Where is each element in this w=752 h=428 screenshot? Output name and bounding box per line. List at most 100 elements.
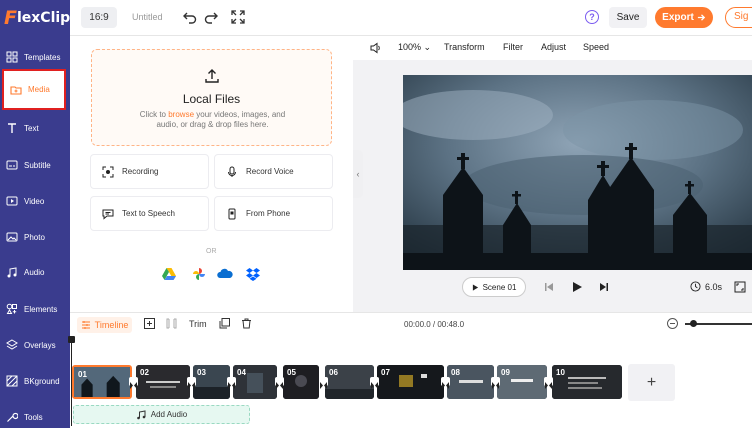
save-button[interactable]: Save xyxy=(609,7,647,28)
browse-link[interactable]: browse xyxy=(168,110,194,119)
zoom-dropdown[interactable]: 100% ⌄ xyxy=(398,42,431,53)
timeline-time: 00:00.0 / 00:48.0 xyxy=(404,320,465,329)
trim-button[interactable]: Trim xyxy=(189,319,207,329)
sidebar-item-audio[interactable]: Audio xyxy=(0,254,68,290)
sidebar-item-media[interactable]: Media xyxy=(2,69,66,110)
google-drive-icon[interactable] xyxy=(161,266,177,282)
redo-icon[interactable] xyxy=(203,9,219,25)
scene-clip[interactable]: 02 xyxy=(136,365,190,399)
transition-icon[interactable] xyxy=(187,377,196,389)
onedrive-icon[interactable] xyxy=(217,266,233,282)
filter-button[interactable]: Filter xyxy=(503,42,523,52)
scene-clip[interactable]: 09 xyxy=(497,365,547,399)
scene-clip[interactable]: 04 xyxy=(233,365,277,399)
duplicate-icon[interactable] xyxy=(219,318,230,329)
video-icon xyxy=(6,196,18,206)
text-to-speech-option[interactable]: Text to Speech xyxy=(90,196,209,231)
google-photos-icon[interactable] xyxy=(191,266,207,282)
tools-icon xyxy=(7,412,18,422)
scene-clip[interactable]: 05 xyxy=(283,365,319,399)
phone-icon xyxy=(228,208,236,219)
upload-icon xyxy=(205,69,219,83)
sidebar-item-tools[interactable]: Tools xyxy=(0,399,68,428)
clock-icon xyxy=(690,281,701,292)
overlays-icon xyxy=(6,339,18,350)
zoom-out-icon[interactable] xyxy=(667,318,678,329)
scene-selector-button[interactable]: Scene 01 xyxy=(462,277,526,297)
local-files-dropzone[interactable]: Local Files Click to browse your videos,… xyxy=(91,49,332,146)
arrow-right-icon xyxy=(697,14,705,21)
transition-icon[interactable] xyxy=(544,377,553,389)
preview-toolbar: 100% ⌄ Transform Filter Adjust Speed xyxy=(353,36,752,60)
record-voice-option[interactable]: Record Voice xyxy=(214,154,333,189)
fit-screen-icon[interactable] xyxy=(734,281,746,293)
export-button[interactable]: Export xyxy=(655,7,713,28)
text-to-speech-icon xyxy=(102,209,114,220)
sidebar-item-subtitle[interactable]: Subtitle xyxy=(0,147,68,183)
or-divider: OR xyxy=(206,248,217,255)
transition-icon[interactable] xyxy=(129,377,138,389)
recording-option[interactable]: Recording xyxy=(90,154,209,189)
speed-button[interactable]: Speed xyxy=(583,42,609,52)
sidebar-item-photo[interactable]: Photo xyxy=(0,219,68,255)
volume-icon[interactable] xyxy=(370,42,382,54)
collapse-panel-button[interactable]: ‹ xyxy=(353,150,363,198)
transition-icon[interactable] xyxy=(441,377,450,389)
scene-clip[interactable]: 07 xyxy=(377,365,444,399)
scene-clip[interactable]: 01 xyxy=(72,365,132,399)
add-scene-button[interactable]: + xyxy=(628,364,675,401)
sidebar-item-background[interactable]: BKground xyxy=(0,363,68,399)
sidebar-item-elements[interactable]: Elements xyxy=(0,291,68,327)
sidebar-item-overlays[interactable]: Overlays xyxy=(0,327,68,363)
sidebar-item-text[interactable]: Text xyxy=(0,110,68,146)
flexclip-editor: FlexClip 16:9 Untitled ? Save Export Sig… xyxy=(0,0,752,428)
sidebar: Templates Media Text Subtitle Video Phot… xyxy=(0,36,70,428)
subtitle-icon xyxy=(6,160,18,170)
background-icon xyxy=(6,375,18,387)
transition-icon[interactable] xyxy=(319,377,328,389)
sidebar-item-video[interactable]: Video xyxy=(0,183,68,219)
transition-icon[interactable] xyxy=(491,377,500,389)
scene-clip[interactable]: 03 xyxy=(193,365,230,399)
adjust-button[interactable]: Adjust xyxy=(541,42,566,52)
next-scene-icon[interactable] xyxy=(598,281,610,293)
media-folder-icon xyxy=(10,85,22,95)
previous-scene-icon[interactable] xyxy=(543,281,555,293)
timeline-playhead[interactable] xyxy=(68,336,75,426)
play-icon[interactable] xyxy=(571,281,583,293)
elements-icon xyxy=(6,303,17,314)
from-phone-option[interactable]: From Phone xyxy=(214,196,333,231)
undo-icon[interactable] xyxy=(182,9,198,25)
fullscreen-icon[interactable] xyxy=(230,9,246,25)
microphone-icon xyxy=(228,166,236,177)
transform-button[interactable]: Transform xyxy=(444,42,485,52)
text-icon xyxy=(8,123,16,133)
local-files-title: Local Files xyxy=(182,92,241,106)
scene-clip[interactable]: 08 xyxy=(447,365,494,399)
scene-clip[interactable]: 06 xyxy=(325,365,374,399)
chevron-down-icon: ⌄ xyxy=(423,42,432,52)
split-icon[interactable] xyxy=(166,318,177,329)
flexclip-logo[interactable]: FlexClip xyxy=(0,0,70,36)
transition-icon[interactable] xyxy=(227,377,236,389)
music-note-icon xyxy=(136,409,146,419)
transition-icon[interactable] xyxy=(370,377,379,389)
dropbox-icon[interactable] xyxy=(245,266,261,282)
project-title[interactable]: Untitled xyxy=(132,12,163,22)
timeline-toolbar: Timeline Trim 00:00.0 / 00:48.0 xyxy=(70,312,752,336)
help-icon[interactable]: ? xyxy=(585,10,599,24)
scene-thumbnail-churches xyxy=(403,75,752,270)
delete-icon[interactable] xyxy=(241,318,252,329)
timeline-icon xyxy=(81,321,90,329)
scene-clip[interactable]: 10 xyxy=(552,365,622,399)
scene-duration[interactable]: 6.0s xyxy=(690,281,722,292)
aspect-ratio-button[interactable]: 16:9 xyxy=(81,7,117,28)
video-canvas[interactable] xyxy=(403,75,752,270)
transition-icon[interactable] xyxy=(275,377,284,389)
zoom-slider-handle[interactable] xyxy=(690,320,697,327)
add-audio-button[interactable]: Add Audio xyxy=(73,405,250,424)
top-bar: FlexClip 16:9 Untitled ? Save Export Sig xyxy=(0,0,752,36)
sign-in-button[interactable]: Sig xyxy=(725,7,752,28)
add-scene-icon[interactable] xyxy=(144,318,155,329)
timeline-toggle-button[interactable]: Timeline xyxy=(77,317,132,333)
